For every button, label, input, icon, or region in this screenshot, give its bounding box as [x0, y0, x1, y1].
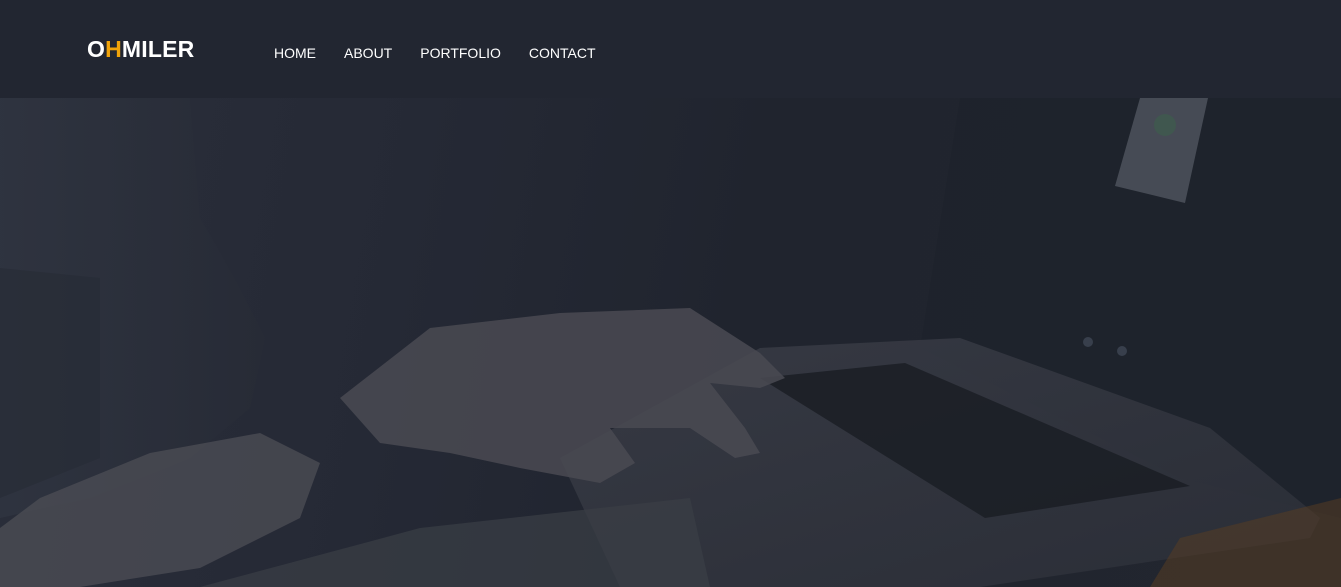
logo-text-2: MILER	[121, 36, 195, 62]
screen-icon-2	[1117, 346, 1127, 356]
page: OHMILER HOME ABOUT PORTFOLIO CONTACT	[0, 0, 1341, 587]
hero-background-image	[0, 98, 1341, 587]
logo[interactable]: OHMILER	[87, 35, 194, 63]
hero-section	[0, 98, 1341, 587]
arm-sleeve-shade	[0, 268, 100, 498]
nav-home[interactable]: HOME	[274, 44, 316, 62]
logo-accent: H	[105, 36, 122, 62]
nav-about[interactable]: ABOUT	[344, 44, 392, 62]
nav-contact[interactable]: CONTACT	[529, 44, 596, 62]
screen-icon-1	[1083, 337, 1093, 347]
screen-dialog-avatar	[1154, 114, 1176, 136]
nav-portfolio[interactable]: PORTFOLIO	[420, 44, 501, 62]
logo-text-1: O	[87, 36, 106, 62]
navbar: OHMILER HOME ABOUT PORTFOLIO CONTACT	[0, 0, 1341, 98]
main-nav: HOME ABOUT PORTFOLIO CONTACT	[274, 44, 624, 62]
